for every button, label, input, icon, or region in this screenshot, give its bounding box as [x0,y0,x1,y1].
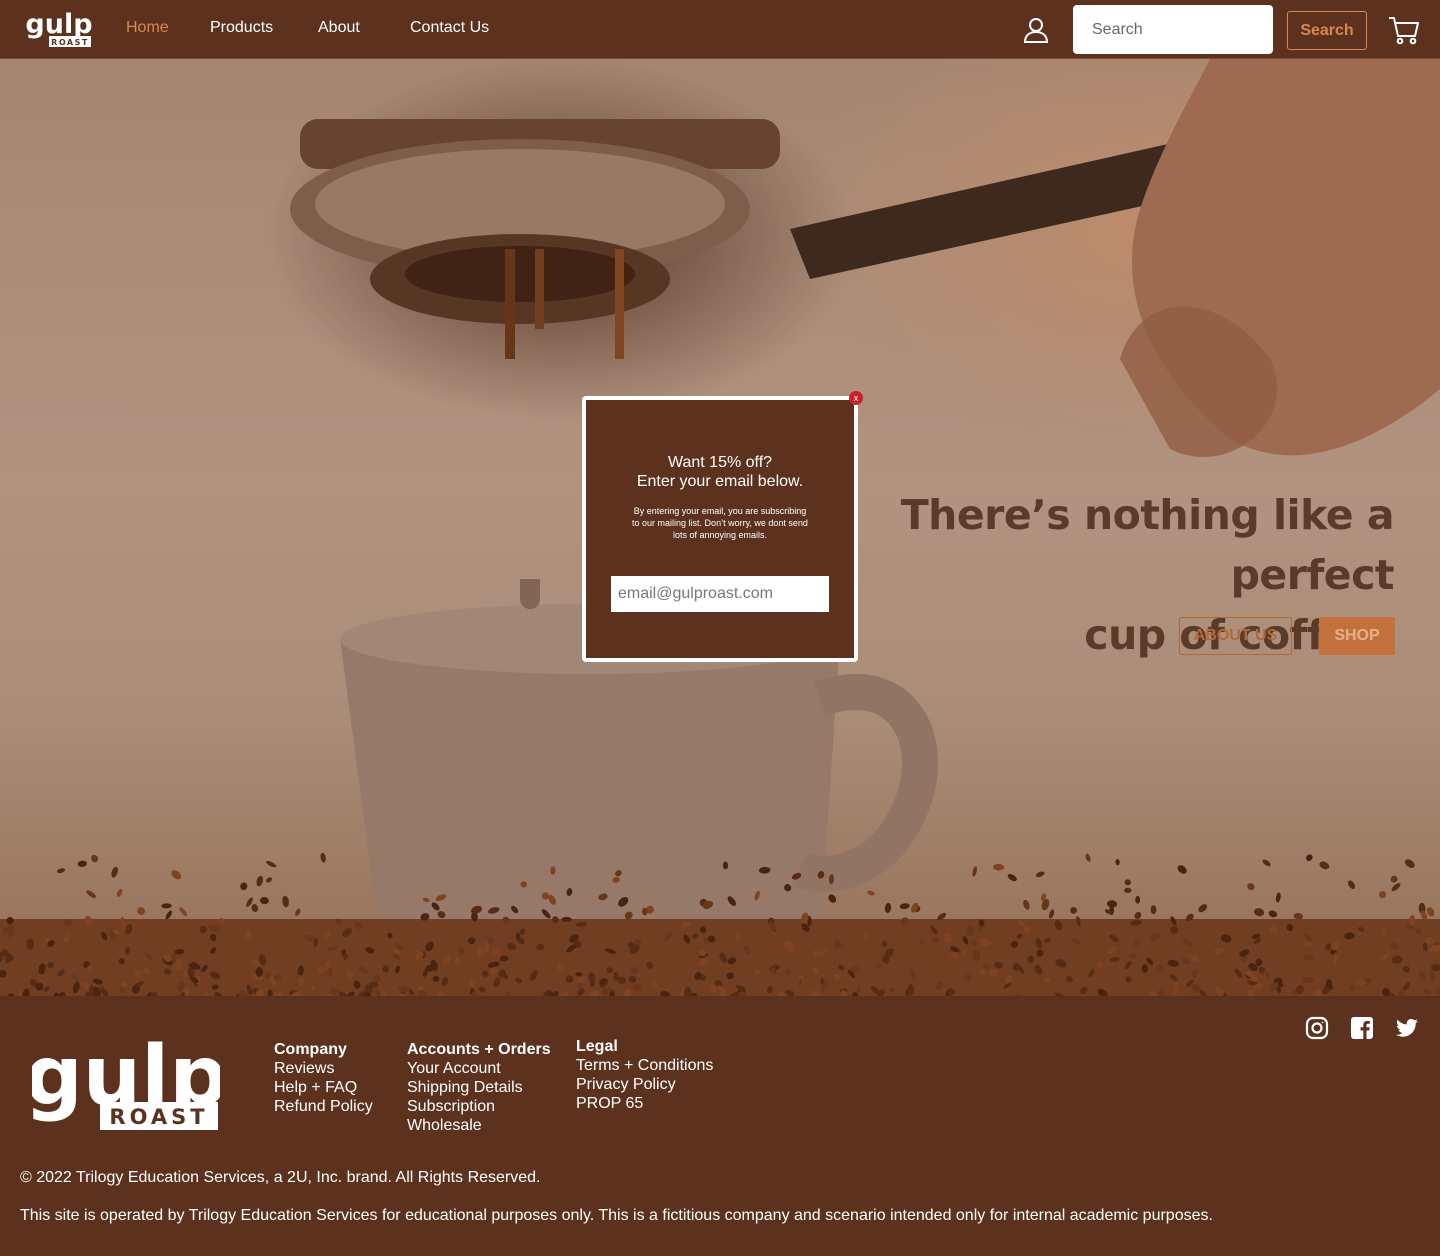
gulp-roast-logo[interactable]: gulp ROAST [24,6,94,52]
footer-link-help-faq[interactable]: Help + FAQ [274,1078,373,1097]
footer-link-prop65[interactable]: PROP 65 [576,1094,713,1113]
footer-link-reviews[interactable]: Reviews [274,1059,373,1078]
footer-column-accounts: Accounts + Orders Your Account Shipping … [407,1040,551,1135]
modal-disclaimer: By entering your email, you are subscrib… [632,506,808,540]
search-button[interactable]: Search [1287,11,1367,50]
footer-column-legal: Legal Terms + Conditions Privacy Policy … [576,1037,713,1113]
nav-link-about[interactable]: About [318,19,360,37]
shop-button[interactable]: SHOP [1319,617,1395,655]
footer-link-refund-policy[interactable]: Refund Policy [274,1097,373,1116]
footer-heading-accounts: Accounts + Orders [407,1041,551,1058]
hero-heading-line-1: There’s nothing like a perfect [900,491,1395,599]
logo-sub: ROAST [51,38,89,47]
instagram-icon[interactable] [1305,1016,1329,1040]
twitter-icon[interactable] [1395,1016,1419,1040]
modal-title-line-1: Want 15% off? [667,454,773,471]
footer-link-shipping-details[interactable]: Shipping Details [407,1078,551,1097]
logo-word: gulp [25,9,92,40]
about-us-button[interactable]: ABOUT US [1179,617,1292,655]
footer-logo-sub: ROAST [109,1105,208,1129]
footer-gulp-roast-logo[interactable]: gulp ROAST [32,1026,220,1144]
shopping-cart-icon[interactable] [1388,14,1420,46]
nav-link-contact[interactable]: Contact Us [410,19,489,37]
footer-heading-legal: Legal [576,1038,618,1055]
footer-heading-company: Company [274,1041,347,1058]
modal-close-button[interactable]: x [849,391,863,405]
disclaimer-text: This site is operated by Trilogy Educati… [20,1207,1213,1224]
site-footer: gulp ROAST Company Reviews Help + FAQ Re… [0,996,1440,1256]
user-account-icon[interactable] [1022,16,1050,44]
footer-link-wholesale[interactable]: Wholesale [407,1116,551,1135]
modal-title: Want 15% off? Enter your email below. [586,453,854,491]
hero-heading: There’s nothing like a perfect cup of co… [774,485,1395,665]
copyright-text: © 2022 Trilogy Education Services, a 2U,… [20,1169,541,1186]
footer-column-company: Company Reviews Help + FAQ Refund Policy [274,1040,373,1116]
nav-link-home[interactable]: Home [126,19,169,37]
footer-link-subscription[interactable]: Subscription [407,1097,551,1116]
email-signup-modal: x Want 15% off? Enter your email below. … [582,391,863,662]
top-nav: gulp ROAST Home Products About Contact U… [0,0,1440,59]
facebook-icon[interactable] [1350,1016,1374,1040]
modal-email-input[interactable] [611,576,829,612]
modal-title-line-2: Enter your email below. [636,473,804,490]
footer-link-terms[interactable]: Terms + Conditions [576,1056,713,1075]
footer-link-your-account[interactable]: Your Account [407,1059,551,1078]
nav-link-products[interactable]: Products [210,19,273,37]
search-input[interactable] [1073,5,1273,54]
footer-link-privacy[interactable]: Privacy Policy [576,1075,713,1094]
